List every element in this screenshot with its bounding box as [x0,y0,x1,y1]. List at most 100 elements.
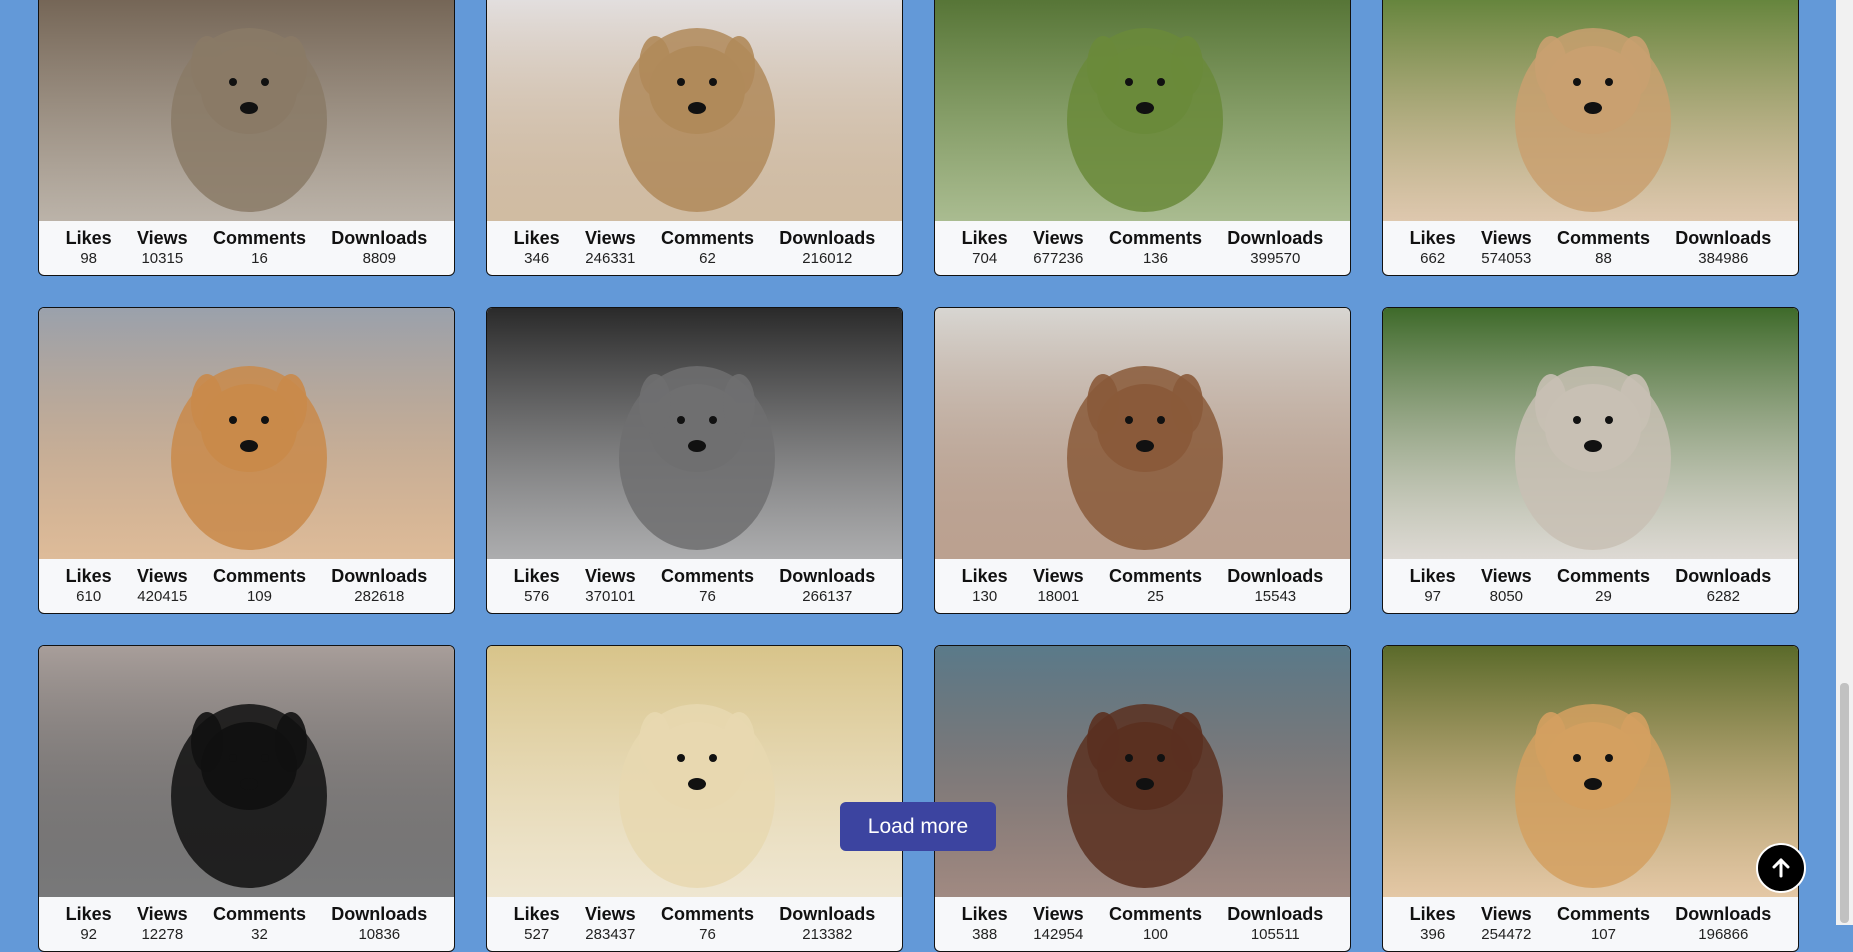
image-card[interactable]: Likes 610 Views 420415 Comments 109 Downloads 2… [38,307,455,614]
stat-label: Downloads [1227,228,1324,248]
stat-label: Views [584,904,636,924]
stat-likes: Likes 388 [962,903,1008,945]
stat-label: Views [1032,228,1084,248]
stat-views: Views 18001 [1033,565,1084,607]
stat-label: Likes [1409,566,1456,586]
stat-value: 388 [972,926,998,943]
stat-label: Likes [65,904,112,924]
stat-label: Downloads [1675,228,1772,248]
stat-value: 100 [1142,926,1168,943]
stat-views: Views 10315 [137,227,188,269]
stat-label: Downloads [331,566,428,586]
stat-label: Views [1032,904,1084,924]
image-card[interactable]: Likes 388 Views 142954 Comments 100 Downloads 1… [934,645,1351,952]
stat-value: 18001 [1037,588,1080,605]
stat-label: Likes [1409,228,1456,248]
stat-value: 282618 [354,588,405,605]
stat-likes: Likes 130 [962,565,1008,607]
card-stats: Likes 610 Views 420415 Comments 109 Downloads 2… [39,559,454,613]
stat-value: 136 [1142,250,1168,267]
stat-value: 283437 [585,926,636,943]
stat-value: 8050 [1489,588,1524,605]
stat-value: 399570 [1250,250,1301,267]
stat-label: Likes [1409,904,1456,924]
stat-value: 25 [1147,588,1164,605]
stat-label: Likes [513,228,560,248]
image-card[interactable]: Likes 662 Views 574053 Comments 88 Downloads 38… [1382,0,1799,276]
stat-value: 254472 [1481,926,1532,943]
stat-value: 8809 [362,250,396,267]
stat-label: Views [1480,566,1532,586]
scrollbar-thumb[interactable] [1840,683,1849,923]
stat-comments: Comments 25 [1109,565,1202,607]
dog-photo[interactable] [487,646,902,897]
stat-views: Views 142954 [1033,903,1084,945]
stat-comments: Comments 32 [213,903,306,945]
stat-value: 370101 [585,588,636,605]
stat-views: Views 246331 [585,227,636,269]
image-card[interactable]: Likes 704 Views 677236 Comments 136 Downloads 3… [934,0,1351,276]
stat-value: 610 [76,588,102,605]
dog-photo[interactable] [39,308,454,559]
page-scrollbar[interactable] [1836,0,1853,925]
stat-value: 88 [1595,250,1612,267]
stat-downloads: Downloads 6282 [1675,565,1771,607]
dog-photo[interactable] [935,308,1350,559]
stat-value: 10836 [358,926,401,943]
dog-photo[interactable] [487,0,902,221]
stat-label: Likes [961,228,1008,248]
stat-downloads: Downloads 10836 [331,903,427,945]
stat-label: Downloads [1675,566,1772,586]
stat-label: Views [1480,904,1532,924]
stat-label: Views [1480,228,1532,248]
stat-label: Views [584,566,636,586]
stat-likes: Likes 92 [66,903,112,945]
card-stats: Likes 130 Views 18001 Comments 25 Downloads 155… [935,559,1350,613]
image-card[interactable]: Likes 346 Views 246331 Comments 62 Downloads 21… [486,0,903,276]
stat-likes: Likes 527 [514,903,560,945]
dog-photo[interactable] [487,308,902,559]
card-stats: Likes 388 Views 142954 Comments 100 Downloads 1… [935,897,1350,951]
stat-label: Likes [513,904,560,924]
stat-label: Comments [1556,904,1650,924]
stat-value: 76 [699,926,716,943]
dog-photo[interactable] [1383,308,1798,559]
stat-downloads: Downloads 196866 [1675,903,1771,945]
stat-comments: Comments 136 [1109,227,1202,269]
arrow-up-icon [1772,858,1790,878]
card-stats: Likes 576 Views 370101 Comments 76 Downloads 26… [487,559,902,613]
stat-value: 15543 [1254,588,1297,605]
stat-comments: Comments 29 [1557,565,1650,607]
stat-value: 142954 [1033,926,1084,943]
stat-value: 576 [524,588,550,605]
stat-value: 213382 [802,926,853,943]
stat-label: Views [136,566,188,586]
stat-label: Views [136,904,188,924]
stat-label: Views [136,228,188,248]
image-card[interactable]: Likes 97 Views 8050 Comments 29 Downloads 6282 [1382,307,1799,614]
stat-value: 76 [699,588,716,605]
stat-downloads: Downloads 15543 [1227,565,1323,607]
image-card[interactable]: Likes 92 Views 12278 Comments 32 Downloads 1083… [38,645,455,952]
stat-likes: Likes 662 [1410,227,1456,269]
dog-photo[interactable] [935,646,1350,897]
image-card[interactable]: Likes 396 Views 254472 Comments 107 Downloads 1… [1382,645,1799,952]
image-card[interactable]: Likes 527 Views 283437 Comments 76 Downloads 21… [486,645,903,952]
dog-photo[interactable] [935,0,1350,221]
image-card[interactable]: Likes 130 Views 18001 Comments 25 Downloads 155… [934,307,1351,614]
image-card[interactable]: Likes 576 Views 370101 Comments 76 Downloads 26… [486,307,903,614]
card-stats: Likes 346 Views 246331 Comments 62 Downloads 21… [487,221,902,275]
dog-photo[interactable] [39,646,454,897]
stat-label: Downloads [779,228,876,248]
stat-label: Downloads [1227,566,1324,586]
load-more-button[interactable]: Load more [840,802,996,851]
image-card[interactable]: Likes 98 Views 10315 Comments 16 Downloads 8809 [38,0,455,276]
stat-value: 107 [1590,926,1616,943]
dog-photo[interactable] [39,0,454,221]
dog-photo[interactable] [1383,0,1798,221]
back-to-top-button[interactable] [1756,843,1806,893]
stat-label: Comments [660,904,754,924]
stat-likes: Likes 98 [66,227,112,269]
stat-label: Comments [212,566,306,586]
dog-photo[interactable] [1383,646,1798,897]
